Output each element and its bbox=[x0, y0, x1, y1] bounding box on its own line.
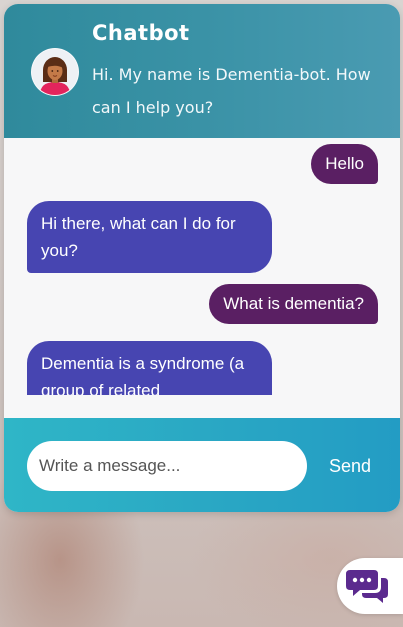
chat-title: Chatbot bbox=[92, 21, 190, 45]
avatar bbox=[31, 48, 79, 96]
bot-message: Dementia is a syndrome (a group of relat… bbox=[27, 341, 272, 395]
send-button[interactable]: Send bbox=[320, 441, 380, 491]
chat-window: Chatbot Hi. My name is Dementia-bot. How… bbox=[4, 4, 400, 512]
message-composer: Send bbox=[4, 418, 400, 512]
woman-avatar-icon bbox=[40, 57, 70, 95]
user-message: What is dementia? bbox=[209, 284, 378, 324]
message-input[interactable] bbox=[27, 441, 307, 491]
chat-bubbles-icon bbox=[346, 570, 388, 603]
message-list[interactable]: Hello Hi there, what can I do for you? W… bbox=[4, 138, 400, 395]
user-message: Hello bbox=[311, 144, 378, 184]
chat-launcher-button[interactable] bbox=[337, 558, 403, 614]
bot-message: Hi there, what can I do for you? bbox=[27, 201, 272, 273]
chat-subtitle: Hi. My name is Dementia-bot. How can I h… bbox=[92, 65, 371, 117]
chat-header: Chatbot Hi. My name is Dementia-bot. How… bbox=[4, 4, 400, 138]
